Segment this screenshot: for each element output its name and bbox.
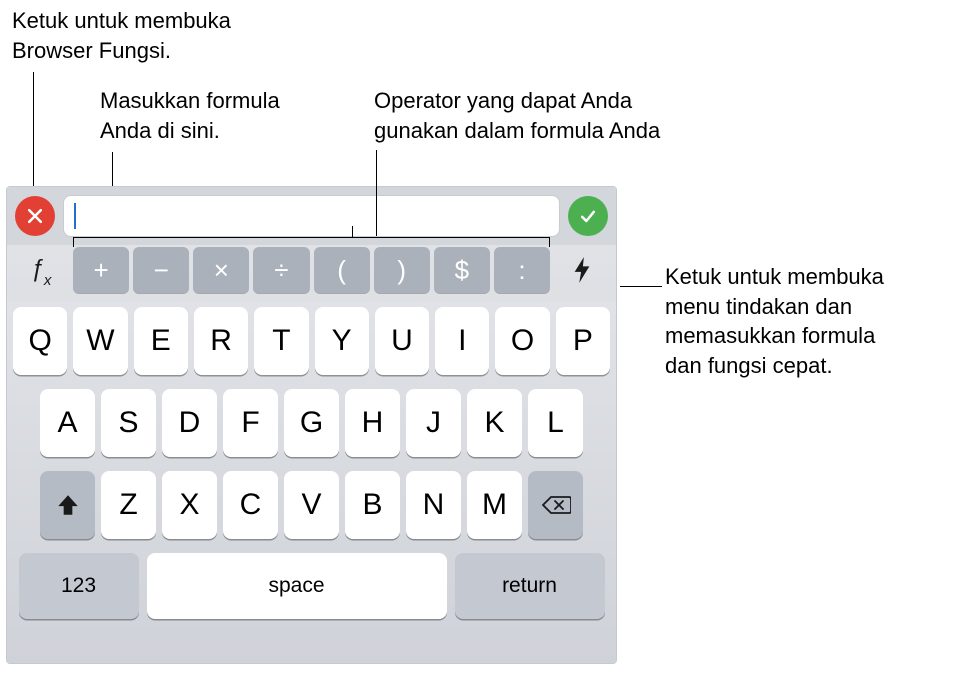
close-icon bbox=[25, 206, 45, 226]
operator-key-×[interactable]: × bbox=[193, 247, 249, 293]
keyboard-row-1: QWERTYUIOP bbox=[13, 307, 610, 375]
backspace-key[interactable] bbox=[528, 471, 583, 539]
key-M[interactable]: M bbox=[467, 471, 522, 539]
key-S[interactable]: S bbox=[101, 389, 156, 457]
operator-bracket bbox=[73, 237, 550, 247]
key-L[interactable]: L bbox=[528, 389, 583, 457]
key-K[interactable]: K bbox=[467, 389, 522, 457]
key-W[interactable]: W bbox=[73, 307, 127, 375]
key-H[interactable]: H bbox=[345, 389, 400, 457]
key-Z[interactable]: Z bbox=[101, 471, 156, 539]
key-P[interactable]: P bbox=[556, 307, 610, 375]
key-U[interactable]: U bbox=[375, 307, 429, 375]
keyboard-row-2: ASDFGHJKL bbox=[13, 389, 610, 457]
operator-group: +−×÷()$: bbox=[73, 247, 550, 293]
key-C[interactable]: C bbox=[223, 471, 278, 539]
keyboard-row-4: 123 space return bbox=[13, 553, 610, 619]
numeric-switch-key[interactable]: 123 bbox=[19, 553, 139, 619]
operator-key-$[interactable]: $ bbox=[434, 247, 490, 293]
qwerty-keyboard: QWERTYUIOP ASDFGHJKL ZXCVBNM 123 space r… bbox=[7, 301, 616, 663]
operator-key-÷[interactable]: ÷ bbox=[253, 247, 309, 293]
key-N[interactable]: N bbox=[406, 471, 461, 539]
accept-button[interactable] bbox=[568, 196, 608, 236]
callout-action-menu: Ketuk untuk membukamenu tindakan danmema… bbox=[665, 262, 955, 381]
key-J[interactable]: J bbox=[406, 389, 461, 457]
quick-action-button[interactable] bbox=[556, 247, 608, 293]
backspace-icon bbox=[541, 493, 571, 517]
formula-keyboard-panel: ƒx +−×÷()$: QWERTYUIOP ASDFGHJKL ZXCVBNM… bbox=[6, 186, 617, 664]
key-Y[interactable]: Y bbox=[315, 307, 369, 375]
key-A[interactable]: A bbox=[40, 389, 95, 457]
callout-fx-browser: Ketuk untuk membukaBrowser Fungsi. bbox=[12, 6, 312, 65]
fx-browser-button[interactable]: ƒx bbox=[15, 247, 67, 293]
operator-key-−[interactable]: − bbox=[133, 247, 189, 293]
operator-key-+[interactable]: + bbox=[73, 247, 129, 293]
keyboard-row-3: ZXCVBNM bbox=[13, 471, 610, 539]
key-D[interactable]: D bbox=[162, 389, 217, 457]
key-X[interactable]: X bbox=[162, 471, 217, 539]
operator-key-([interactable]: ( bbox=[314, 247, 370, 293]
shift-icon bbox=[55, 492, 81, 518]
key-E[interactable]: E bbox=[134, 307, 188, 375]
space-key[interactable]: space bbox=[147, 553, 447, 619]
key-G[interactable]: G bbox=[284, 389, 339, 457]
operator-key-:[interactable]: : bbox=[494, 247, 550, 293]
key-B[interactable]: B bbox=[345, 471, 400, 539]
shift-key[interactable] bbox=[40, 471, 95, 539]
key-O[interactable]: O bbox=[495, 307, 549, 375]
key-V[interactable]: V bbox=[284, 471, 339, 539]
key-T[interactable]: T bbox=[254, 307, 308, 375]
bolt-icon bbox=[571, 255, 593, 285]
operator-key-)[interactable]: ) bbox=[374, 247, 430, 293]
return-key[interactable]: return bbox=[455, 553, 605, 619]
cancel-button[interactable] bbox=[15, 196, 55, 236]
text-cursor bbox=[74, 203, 76, 229]
key-R[interactable]: R bbox=[194, 307, 248, 375]
callout-line bbox=[376, 150, 377, 236]
callout-operators: Operator yang dapat Andagunakan dalam fo… bbox=[374, 86, 714, 145]
callout-line bbox=[620, 286, 662, 287]
formula-input[interactable] bbox=[63, 195, 560, 237]
operator-row: ƒx +−×÷()$: bbox=[7, 245, 616, 301]
callout-formula-input: Masukkan formulaAnda di sini. bbox=[100, 86, 360, 145]
key-Q[interactable]: Q bbox=[13, 307, 67, 375]
key-I[interactable]: I bbox=[435, 307, 489, 375]
key-F[interactable]: F bbox=[223, 389, 278, 457]
checkmark-icon bbox=[578, 206, 598, 226]
fx-label: ƒx bbox=[31, 255, 52, 286]
